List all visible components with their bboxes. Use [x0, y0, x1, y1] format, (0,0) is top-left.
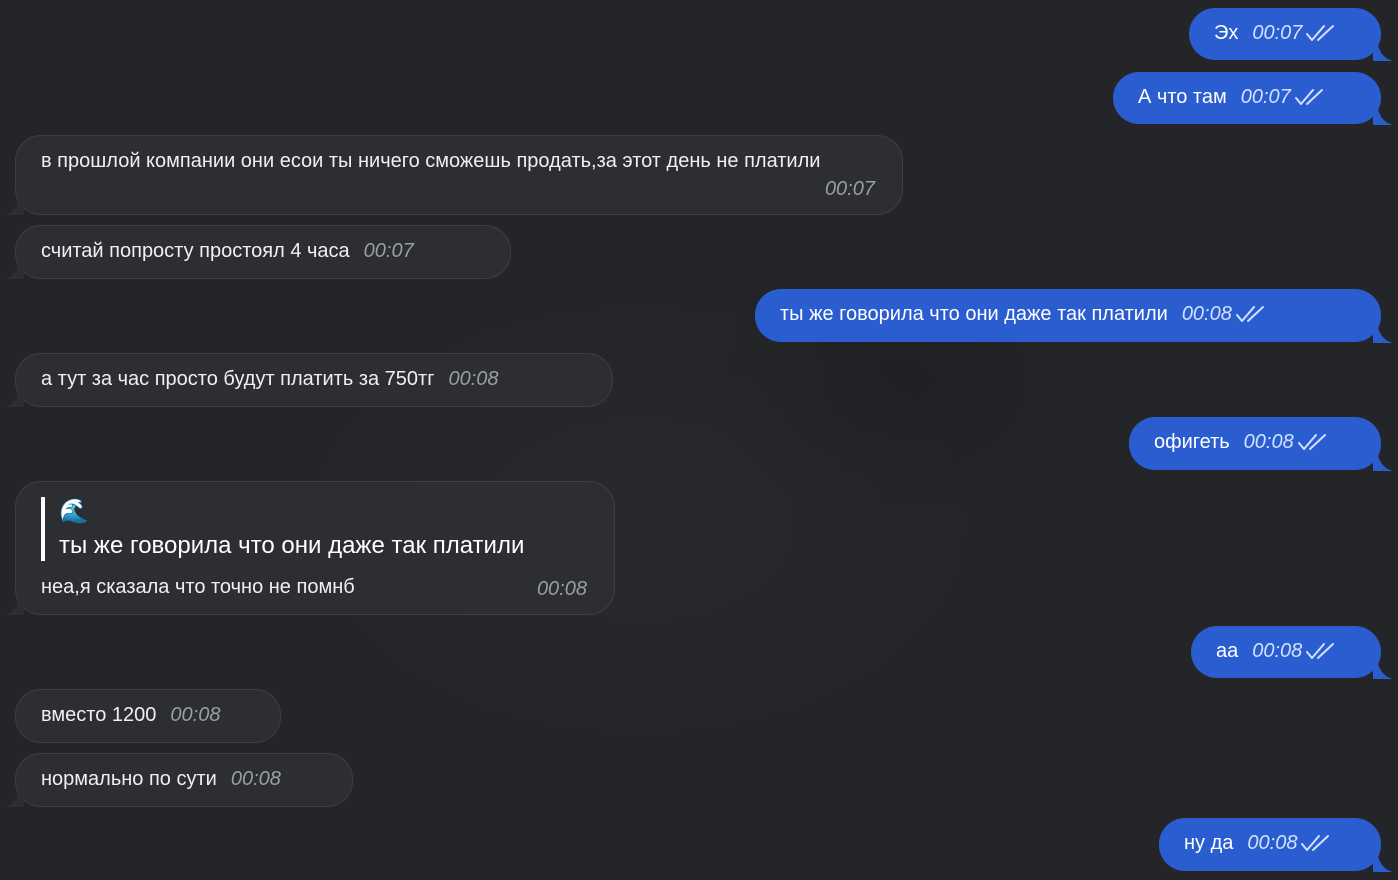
message-text: считай попросту простоял 4 часа	[41, 240, 350, 262]
message-outgoing[interactable]: ну да 00:08	[1159, 818, 1381, 871]
message-text: аа	[1216, 640, 1239, 662]
reply-quote[interactable]: 🌊 ты же говорила что они даже так платил…	[41, 497, 524, 561]
message-text: вместо 1200	[41, 704, 157, 726]
bubble-tail	[1373, 41, 1393, 61]
message-time: 00:08	[448, 368, 499, 390]
wave-emoji-icon: 🌊	[59, 498, 89, 525]
message-incoming[interactable]: нормально по сути 00:08	[15, 753, 353, 807]
message-text: ты же говорила что они даже так платили	[780, 303, 1168, 325]
message-outgoing[interactable]: офигеть 00:08	[1129, 417, 1381, 470]
bubble-tail	[1373, 451, 1393, 471]
double-check-icon	[1306, 641, 1336, 661]
bubble-tail	[4, 595, 24, 615]
bubble-tail	[1373, 105, 1393, 125]
double-check-icon	[1306, 23, 1336, 43]
message-incoming-reply[interactable]: 🌊 ты же говорила что они даже так платил…	[15, 481, 615, 615]
message-time: 00:08	[1181, 303, 1232, 325]
double-check-icon	[1295, 87, 1325, 107]
bubble-tail	[4, 387, 24, 407]
message-incoming[interactable]: в прошлой компании они есои ты ничего см…	[15, 135, 903, 215]
message-time: 00:08	[1243, 431, 1294, 453]
message-text: неа,я сказала что точно не помнб	[41, 576, 355, 598]
message-time: 00:08	[170, 704, 221, 726]
message-incoming[interactable]: вместо 1200 00:08	[15, 689, 281, 743]
message-time: 00:08	[1247, 832, 1298, 854]
bubble-tail	[1373, 852, 1393, 872]
message-time: 00:08	[230, 768, 281, 790]
message-time: 00:08	[1252, 640, 1303, 662]
quoted-message-text: ты же говорила что они даже так платили	[59, 532, 525, 559]
bubble-tail	[1373, 323, 1393, 343]
bubble-tail	[4, 195, 24, 215]
message-outgoing[interactable]: А что там 00:07	[1113, 72, 1381, 124]
bubble-tail	[4, 787, 24, 807]
bubble-tail	[1373, 659, 1393, 679]
message-text: нормально по сути	[41, 768, 217, 790]
message-outgoing[interactable]: Эх 00:07	[1189, 8, 1381, 60]
message-text: в прошлой компании они есои ты ничего см…	[41, 150, 821, 172]
message-time: 00:07	[1240, 86, 1291, 108]
message-text: а тут за час просто будут платить за 750…	[41, 368, 435, 390]
message-outgoing[interactable]: аа 00:08	[1191, 626, 1381, 678]
message-text: А что там	[1138, 86, 1227, 108]
double-check-icon	[1301, 833, 1331, 853]
message-time: 00:08	[536, 578, 587, 600]
message-incoming[interactable]: а тут за час просто будут платить за 750…	[15, 353, 613, 407]
message-outgoing[interactable]: ты же говорила что они даже так платили …	[755, 289, 1381, 342]
message-text: офигеть	[1154, 431, 1230, 453]
double-check-icon	[1236, 304, 1266, 324]
message-incoming[interactable]: считай попросту простоял 4 часа 00:07	[15, 225, 511, 279]
bubble-tail	[4, 259, 24, 279]
message-time: 00:07	[824, 178, 875, 200]
double-check-icon	[1298, 432, 1328, 452]
message-time: 00:07	[1252, 22, 1303, 44]
message-time: 00:07	[363, 240, 414, 262]
message-text: ну да	[1184, 832, 1234, 854]
message-text: Эх	[1214, 22, 1239, 44]
